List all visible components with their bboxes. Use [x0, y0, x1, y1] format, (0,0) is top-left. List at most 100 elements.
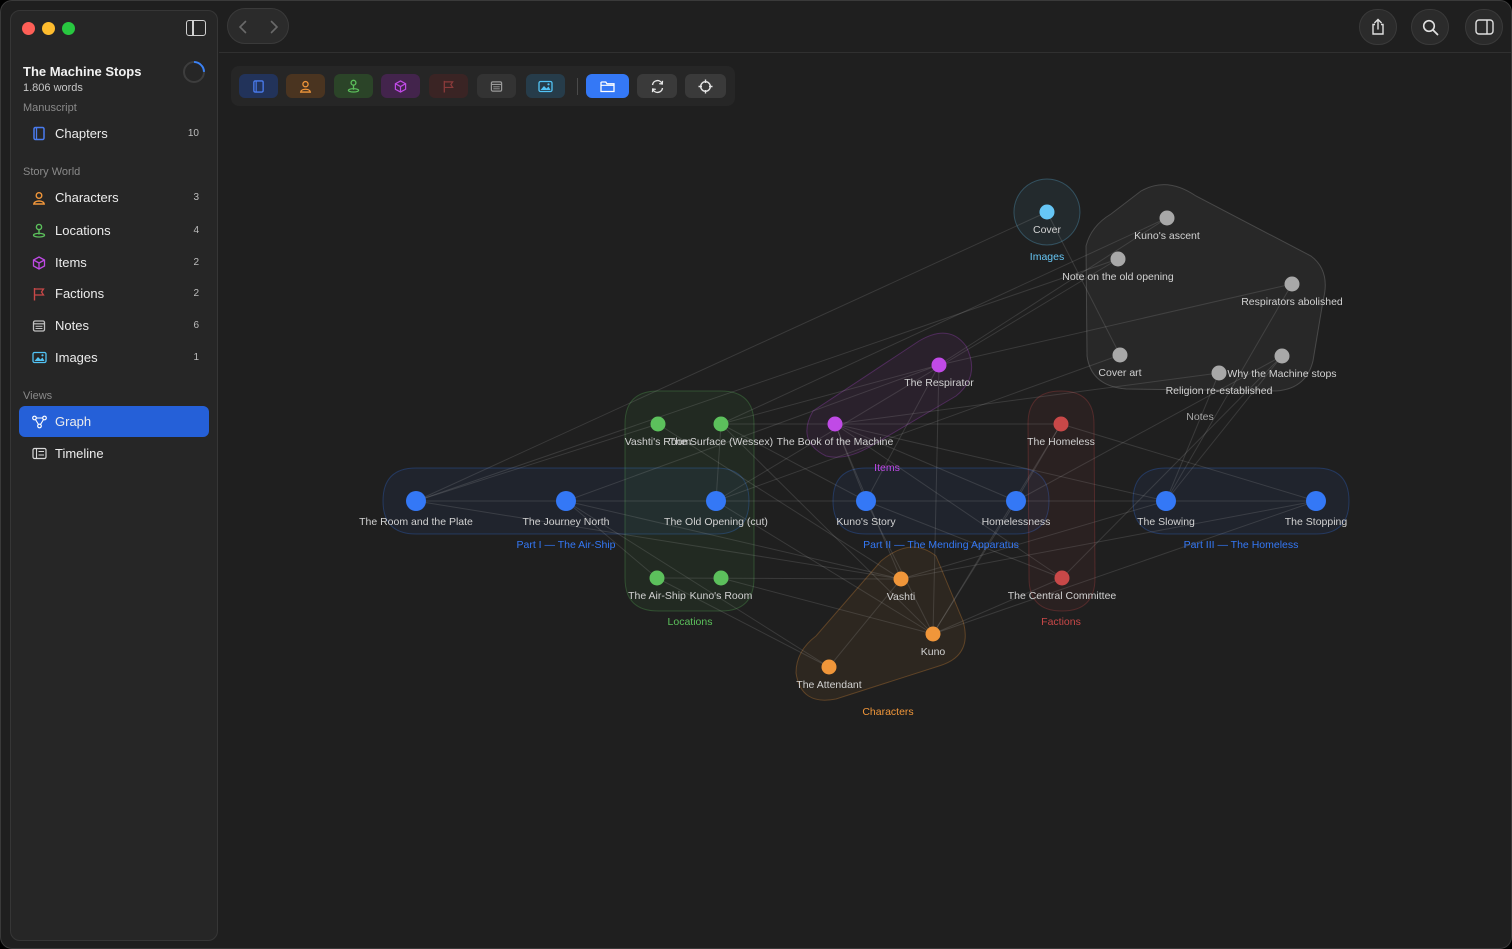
- graph-node-chapter[interactable]: [706, 491, 726, 511]
- sidebar-item-characters[interactable]: Characters 3: [19, 182, 209, 213]
- app-window: The Machine Stops 1.806 words Manuscript…: [0, 0, 1512, 949]
- chevron-right-icon: [270, 20, 279, 34]
- back-button[interactable]: [228, 9, 258, 45]
- inspector-toggle-button[interactable]: [1465, 9, 1503, 45]
- graph-node-note[interactable]: [1211, 365, 1227, 381]
- sidebar-item-label: Locations: [55, 223, 111, 238]
- graph-node-label: The Attendant: [796, 679, 861, 691]
- graph-node-chapter[interactable]: [1156, 491, 1176, 511]
- person-icon: [31, 190, 47, 206]
- sidebar-item-locations[interactable]: Locations 4: [19, 215, 209, 246]
- graph-icon: [31, 414, 47, 430]
- cube-icon: [31, 255, 47, 271]
- progress-spinner-icon: [178, 56, 210, 88]
- search-icon: [1422, 19, 1438, 35]
- sidebar-item-count: 2: [193, 288, 199, 299]
- image-icon: [31, 350, 47, 366]
- graph-node-label: The Journey North: [523, 516, 610, 528]
- graph-node-label: The Stopping: [1285, 516, 1348, 528]
- graph-node-faction[interactable]: [1053, 416, 1069, 432]
- sidebar-item-label: Characters: [55, 190, 119, 205]
- sidebar-item-label: Items: [55, 255, 87, 270]
- cluster-label-part2: Part II — The Mending Apparatus: [863, 539, 1019, 551]
- graph-node-character[interactable]: [821, 659, 837, 675]
- cluster-label-part1: Part I — The Air-Ship: [516, 539, 615, 551]
- graph-node-location[interactable]: [650, 416, 666, 432]
- cluster-label-characters: Characters: [862, 706, 913, 718]
- sidebar-item-label: Factions: [55, 286, 105, 301]
- minimize-window-button[interactable]: [42, 22, 55, 35]
- graph-node-label: Cover: [1033, 224, 1062, 236]
- graph-node-label: Vashti: [887, 591, 915, 603]
- graph-node-label: Cover art: [1098, 367, 1141, 379]
- graph-node-note[interactable]: [1112, 347, 1128, 363]
- graph-node-label: The Homeless: [1027, 436, 1095, 448]
- close-window-button[interactable]: [22, 22, 35, 35]
- search-button[interactable]: [1411, 9, 1449, 45]
- graph-edge: [415, 258, 1119, 502]
- sidebar-item-label: Notes: [55, 318, 89, 333]
- zoom-window-button[interactable]: [62, 22, 75, 35]
- book-icon: [31, 126, 47, 142]
- cluster-label-part3: Part III — The Homeless: [1184, 539, 1299, 551]
- chevron-left-icon: [238, 20, 247, 34]
- navigation-buttons: [227, 8, 289, 44]
- cluster-label-items: Items: [874, 462, 900, 474]
- graph-node-label: The Book of the Machine: [777, 436, 894, 448]
- graph-node-chapter[interactable]: [406, 491, 426, 511]
- sidebar-item-count: 10: [187, 128, 199, 139]
- graph-node-character[interactable]: [893, 571, 909, 587]
- sidebar-item-count: 6: [193, 320, 199, 331]
- section-label-story-world: Story World: [23, 166, 81, 178]
- sidebar-item-graph[interactable]: Graph: [19, 406, 209, 437]
- story-graph[interactable]: Part I — The Air-Ship Part II — The Mendi…: [219, 53, 1511, 947]
- forward-button[interactable]: [259, 9, 289, 45]
- graph-node-label: The Slowing: [1137, 516, 1195, 528]
- cluster-label-images: Images: [1030, 251, 1064, 263]
- sidebar-item-notes[interactable]: Notes 6: [19, 310, 209, 341]
- section-label-views: Views: [23, 390, 53, 402]
- cluster-label-factions: Factions: [1041, 616, 1081, 628]
- sidebar-item-images[interactable]: Images 1: [19, 342, 209, 373]
- graph-node-chapter[interactable]: [856, 491, 876, 511]
- graph-node-note[interactable]: [1110, 251, 1126, 267]
- graph-node-label: The Central Committee: [1008, 590, 1117, 602]
- graph-node-chapter[interactable]: [1006, 491, 1026, 511]
- graph-node-note[interactable]: [1274, 348, 1290, 364]
- location-pin-icon: [31, 223, 47, 239]
- sidebar-item-label: Images: [55, 350, 98, 365]
- graph-node-item[interactable]: [931, 357, 947, 373]
- graph-node-image[interactable]: [1039, 204, 1055, 220]
- graph-node-location[interactable]: [649, 570, 665, 586]
- graph-node-location[interactable]: [713, 570, 729, 586]
- right-sidebar-icon: [1474, 19, 1494, 35]
- graph-node-item[interactable]: [827, 416, 843, 432]
- sidebar-item-count: 3: [193, 192, 199, 203]
- share-button[interactable]: [1359, 9, 1397, 45]
- graph-node-chapter[interactable]: [556, 491, 576, 511]
- timeline-icon: [31, 446, 47, 462]
- graph-node-note[interactable]: [1284, 276, 1300, 292]
- graph-node-label: The Air-Ship: [628, 590, 686, 602]
- graph-node-label: The Surface (Wessex): [669, 436, 773, 448]
- graph-node-location[interactable]: [713, 416, 729, 432]
- graph-node-label: Note on the old opening: [1062, 271, 1174, 283]
- note-icon: [31, 318, 47, 334]
- sidebar-toggle-icon[interactable]: [186, 20, 206, 36]
- graph-node-label: Kuno: [921, 646, 946, 658]
- project-title: The Machine Stops: [23, 64, 142, 79]
- graph-node-note[interactable]: [1159, 210, 1175, 226]
- graph-node-label: Religion re-established: [1166, 385, 1273, 397]
- sidebar: The Machine Stops 1.806 words Manuscript…: [10, 10, 218, 941]
- sidebar-item-factions[interactable]: Factions 2: [19, 278, 209, 309]
- sidebar-item-label: Timeline: [55, 446, 104, 461]
- graph-node-chapter[interactable]: [1306, 491, 1326, 511]
- sidebar-item-chapters[interactable]: Chapters 10: [19, 118, 209, 149]
- sidebar-item-items[interactable]: Items 2: [19, 247, 209, 278]
- graph-node-label: Kuno's Story: [836, 516, 896, 528]
- graph-node-character[interactable]: [925, 626, 941, 642]
- sidebar-item-label: Chapters: [55, 126, 108, 141]
- graph-node-faction[interactable]: [1054, 570, 1070, 586]
- sidebar-item-timeline[interactable]: Timeline: [19, 438, 209, 469]
- sidebar-item-count: 4: [193, 225, 199, 236]
